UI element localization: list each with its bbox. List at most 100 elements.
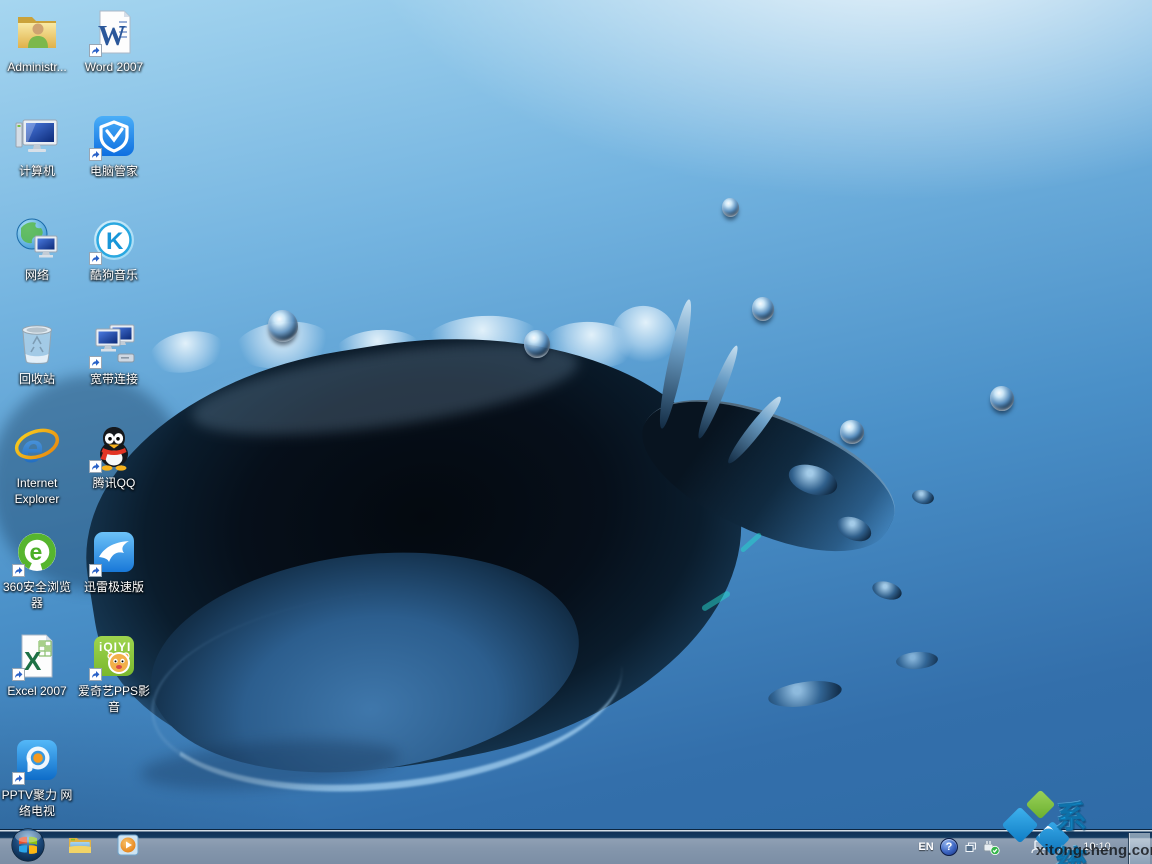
iqiyi-pps-icon: iQIYI	[90, 632, 138, 680]
water-droplet	[524, 330, 550, 358]
watermark-diamond-green	[1026, 790, 1056, 820]
restore-window-icon	[965, 842, 977, 853]
desktop-icon-pc-manager[interactable]: 电脑管家	[78, 112, 150, 179]
360-safe-browser-icon: e	[13, 528, 61, 576]
shortcut-arrow-icon	[12, 668, 25, 681]
splash-crown	[147, 326, 227, 378]
svg-text:e: e	[30, 539, 43, 565]
windows-start-orb-icon	[11, 849, 45, 864]
desktop-icon-qq[interactable]: 腾讯QQ	[78, 424, 150, 491]
internet-explorer-icon: e	[13, 424, 61, 472]
question-mark-icon: ?	[940, 838, 958, 856]
splash-blob	[895, 651, 938, 671]
desktop-icon-internet-explorer[interactable]: e Internet Explorer	[1, 424, 73, 507]
windows-explorer-icon	[68, 835, 92, 860]
desktop-icon-label: 爱奇艺PPS影音	[78, 683, 150, 715]
shortcut-arrow-icon	[12, 772, 25, 785]
desktop-icon-label: Internet Explorer	[1, 475, 73, 507]
network-places-icon	[13, 216, 61, 264]
tencent-qq-icon	[90, 424, 138, 472]
water-droplet	[268, 310, 298, 342]
desktop-icon-label: Excel 2007	[1, 683, 73, 699]
splash-crown	[233, 317, 333, 373]
desktop-icon-thunder[interactable]: 迅雷极速版	[78, 528, 150, 595]
start-button[interactable]	[11, 828, 45, 862]
splash-arm	[623, 363, 913, 585]
shortcut-arrow-icon	[89, 668, 102, 681]
excel-2007-icon: X	[13, 632, 61, 680]
shortcut-arrow-icon	[89, 564, 102, 577]
svg-text:W: W	[98, 21, 126, 52]
language-indicator[interactable]: EN	[914, 830, 938, 864]
splash-crown	[424, 313, 542, 369]
taskbar-windows-explorer-button[interactable]	[60, 830, 100, 864]
desktop-icon-label: 计算机	[1, 163, 73, 179]
desktop-icon-iqiyi-pps[interactable]: iQIYI 爱奇艺PPS影音	[78, 632, 150, 715]
shortcut-arrow-icon	[89, 460, 102, 473]
clock-label: 10:10	[1083, 841, 1111, 853]
splash-sheen	[187, 325, 584, 453]
splash-spike	[694, 343, 743, 440]
splash-blob	[833, 512, 875, 546]
recycle-bin-icon	[13, 320, 61, 368]
shortcut-arrow-icon	[89, 356, 102, 369]
splash-spike	[724, 393, 786, 467]
desktop-icon-kugou[interactable]: K 酷狗音乐	[78, 216, 150, 283]
kugou-music-icon: K	[90, 216, 138, 264]
water-splash	[0, 0, 1152, 864]
language-help-icon[interactable]: ?	[939, 830, 959, 864]
splash-blob	[785, 459, 841, 501]
desktop-icon-recycle-bin[interactable]: 回收站	[1, 320, 73, 387]
show-desktop-button[interactable]	[1128, 833, 1150, 864]
desktop-icon-label: 360安全浏览器	[1, 579, 73, 611]
computer-icon	[13, 112, 61, 160]
desktop-icon-label: 腾讯QQ	[78, 475, 150, 491]
splash-blob	[767, 677, 844, 711]
svg-text:K: K	[106, 228, 124, 255]
desktop-icon-broadband[interactable]: 宽带连接	[78, 320, 150, 387]
shortcut-arrow-icon	[89, 148, 102, 161]
water-droplet	[722, 198, 739, 217]
desktop-icon-administrator[interactable]: Administr...	[1, 8, 73, 75]
desktop-icon-label: 酷狗音乐	[78, 267, 150, 283]
splash-glint	[740, 532, 763, 553]
water-droplet	[990, 386, 1014, 411]
svg-text:X: X	[24, 646, 42, 676]
usb-icon	[982, 839, 1000, 855]
splash-crown	[544, 320, 638, 371]
taskbar-clock[interactable]: 10:10	[1072, 830, 1122, 864]
user-folder-icon	[13, 8, 61, 56]
taskbar: EN ? ▾ 10:10	[0, 829, 1152, 864]
safely-remove-hardware-icon[interactable]	[980, 830, 1002, 864]
svg-text:iQIYI: iQIYI	[99, 640, 131, 654]
splash-crown	[608, 302, 679, 368]
desktop-icon-label: 电脑管家	[78, 163, 150, 179]
splash-spike	[654, 298, 696, 430]
splash-glint	[701, 590, 731, 612]
thunder-speed-icon	[90, 528, 138, 576]
splash-blob	[911, 488, 935, 506]
language-bar-restore-icon[interactable]	[962, 830, 980, 864]
pc-manager-icon	[90, 112, 138, 160]
splash-crown	[334, 327, 423, 373]
desktop-icon-word-2007[interactable]: W Word 2007	[78, 8, 150, 75]
desktop: Administr... W Word 2007 计算机 电脑管家 网络 K 酷…	[0, 0, 1152, 864]
desktop-icon-pptv[interactable]: PPTV聚力 网络电视	[1, 736, 73, 819]
taskbar-media-player-button[interactable]	[108, 830, 148, 864]
word-2007-icon: W	[90, 8, 138, 56]
shortcut-arrow-icon	[89, 44, 102, 57]
splash-shadow	[139, 733, 402, 797]
desktop-icon-computer[interactable]: 计算机	[1, 112, 73, 179]
desktop-icon-label: Administr...	[1, 59, 73, 75]
desktop-icon-360-browser[interactable]: e 360安全浏览器	[1, 528, 73, 611]
desktop-icon-label: 迅雷极速版	[78, 579, 150, 595]
broadband-connection-icon	[90, 320, 138, 368]
desktop-icon-excel-2007[interactable]: X Excel 2007	[1, 632, 73, 699]
volume-icon[interactable]	[1046, 830, 1068, 864]
desktop-icon-label: 回收站	[1, 371, 73, 387]
language-indicator-label: EN	[918, 841, 933, 853]
desktop-icon-label: PPTV聚力 网络电视	[1, 787, 73, 819]
speaker-icon	[1048, 839, 1066, 855]
shortcut-arrow-icon	[89, 252, 102, 265]
desktop-icon-network[interactable]: 网络	[1, 216, 73, 283]
